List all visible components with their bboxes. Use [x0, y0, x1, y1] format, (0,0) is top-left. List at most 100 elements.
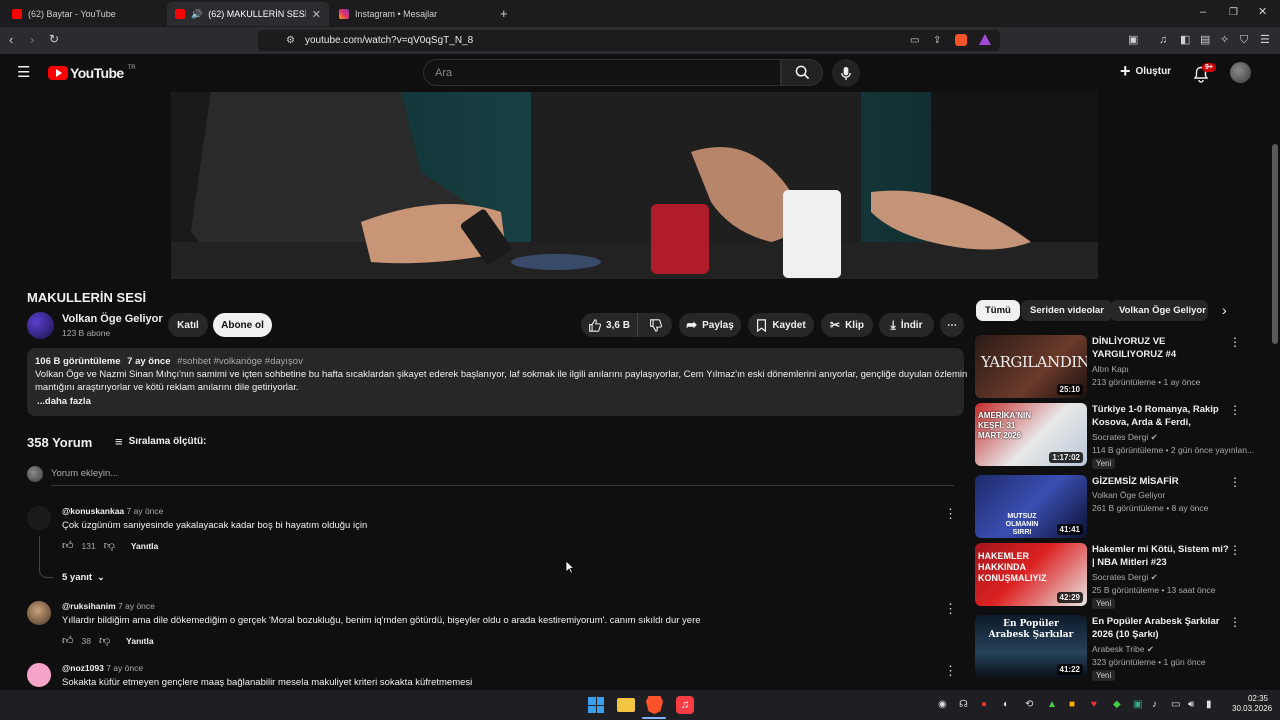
minimize-icon[interactable]: –: [1200, 6, 1206, 19]
chip-channel[interactable]: Volkan Öge Geliyor ad: [1110, 300, 1208, 321]
video-thumbnail[interactable]: AMERİKA'NIN KEŞFİ: 31 MART 2026 1:17:02: [975, 403, 1087, 466]
channel-avatar[interactable]: [27, 312, 54, 339]
vpn-shield-icon[interactable]: ⛉: [1240, 34, 1248, 47]
commenter-avatar[interactable]: [27, 506, 51, 530]
tray-app-icon[interactable]: ■: [1069, 699, 1075, 710]
video-title[interactable]: GİZEMSİZ MİSAFİR: [1092, 475, 1230, 488]
scrollbar-thumb[interactable]: [1272, 144, 1278, 344]
add-comment-input[interactable]: Yorum ekleyin...: [51, 468, 954, 486]
close-tab-icon[interactable]: ✕: [312, 8, 321, 21]
share-button[interactable]: ➦ Paylaş: [679, 313, 741, 337]
recommended-video[interactable]: HAKEMLER HAKKINDA KONUŞMALIYIZ 42:29 Hak…: [975, 543, 1245, 609]
show-more-link[interactable]: ...daha fazla: [35, 395, 956, 408]
url-field[interactable]: ⚙ youtube.com/watch?v=qV0qSgT_N_8 ▭ ⇪: [258, 30, 1000, 51]
video-menu-icon[interactable]: ⋮: [1229, 615, 1241, 629]
tab-makullerin-sesi[interactable]: 🔊 (62) MAKULLERİN SESİ - YouT ✕: [167, 2, 329, 26]
comment-menu-icon[interactable]: ⋮: [944, 663, 957, 679]
create-button[interactable]: + Oluştur: [1120, 62, 1171, 80]
search-input[interactable]: Ara: [423, 59, 781, 86]
video-thumbnail[interactable]: MUTSUZ OLMANIN SIRRI 41:41: [975, 475, 1087, 538]
reply-button[interactable]: Yanıtla: [131, 541, 158, 551]
tab-baytar[interactable]: (62) Baytar - YouTube: [4, 2, 166, 26]
search-button[interactable]: [781, 59, 823, 86]
restore-icon[interactable]: ❐: [1229, 6, 1238, 19]
thumbs-down-icon[interactable]: 👎︎: [104, 539, 115, 552]
notifications-button[interactable]: 9+: [1193, 63, 1216, 84]
channel-name[interactable]: Volkan Öge Geliyor: [1092, 490, 1165, 500]
chip-all[interactable]: Tümü: [976, 300, 1020, 321]
tray-app-icon[interactable]: ◆: [1113, 699, 1121, 710]
comment-author[interactable]: @ruksihanim: [62, 601, 116, 611]
video-title[interactable]: En Popüler Arabesk Şarkılar 2026 (10 Şar…: [1092, 615, 1230, 641]
clock[interactable]: 02:35 30.03.2026: [1232, 694, 1272, 714]
comment-author[interactable]: @noz1093: [62, 663, 104, 673]
video-title[interactable]: DİNLİYORUZ VE YARGILIYORUZ #4: [1092, 335, 1230, 361]
channel-name[interactable]: Socrates Dergi ✔: [1092, 572, 1158, 583]
share-page-icon[interactable]: ⇪: [933, 34, 941, 47]
recommended-video[interactable]: YARGILANDIN 25:10 DİNLİYORUZ VE YARGILIY…: [975, 335, 1245, 399]
menu-icon[interactable]: ☰: [1260, 34, 1270, 47]
channel-name[interactable]: Volkan Öge Geliyor: [62, 313, 163, 325]
tray-record-icon[interactable]: ●: [981, 699, 987, 710]
brave-browser-icon[interactable]: [646, 696, 663, 714]
video-player[interactable]: [171, 92, 1098, 279]
video-menu-icon[interactable]: ⋮: [1229, 403, 1241, 417]
site-info-icon[interactable]: ⚙: [286, 34, 295, 47]
volume-icon[interactable]: 🔊︎: [1188, 699, 1194, 710]
screenshot-icon[interactable]: ▣: [1128, 34, 1138, 47]
channel-name[interactable]: Altın Kapı: [1092, 364, 1129, 374]
video-thumbnail[interactable]: YARGILANDIN 25:10: [975, 335, 1087, 398]
dislike-button[interactable]: [637, 313, 672, 337]
start-button[interactable]: [588, 697, 604, 713]
recommended-video[interactable]: En Popüler Arabesk Şarkılar 41:22 En Pop…: [975, 615, 1245, 681]
sort-button[interactable]: ≡ Sıralama ölçütü:: [115, 434, 206, 449]
page-scrollbar[interactable]: [1270, 54, 1280, 690]
tray-app-icon[interactable]: ◉: [938, 699, 947, 710]
reply-button[interactable]: Yanıtla: [126, 636, 153, 646]
comment-menu-icon[interactable]: ⋮: [944, 506, 957, 522]
video-title[interactable]: Hakemler mi Kötü, Sistem mi? | NBA Mitle…: [1092, 543, 1230, 569]
thumbs-up-icon[interactable]: 👍︎: [62, 634, 74, 647]
file-explorer-icon[interactable]: [617, 698, 635, 712]
forward-icon[interactable]: ›: [30, 33, 34, 46]
channel-name[interactable]: Socrates Dergi ✔: [1092, 432, 1158, 443]
comment-author[interactable]: @konuskankaa: [62, 506, 124, 516]
close-window-icon[interactable]: ✕: [1258, 6, 1267, 19]
video-thumbnail[interactable]: En Popüler Arabesk Şarkılar 41:22: [975, 615, 1087, 678]
comment-menu-icon[interactable]: ⋮: [944, 601, 957, 617]
like-button[interactable]: 3,6 B: [581, 313, 637, 337]
youtube-logo[interactable]: YouTube TR: [48, 65, 136, 81]
chip-series[interactable]: Seriden videolar: [1021, 300, 1113, 321]
headset-icon[interactable]: ☊: [959, 699, 968, 710]
download-button[interactable]: ⤓ İndir: [879, 313, 934, 337]
save-button[interactable]: Kaydet: [748, 313, 814, 337]
voice-search-button[interactable]: [832, 59, 860, 87]
brave-rewards-icon[interactable]: [979, 34, 991, 45]
tray-app-icon[interactable]: ▲: [1047, 699, 1057, 710]
video-menu-icon[interactable]: ⋮: [1229, 475, 1241, 489]
wallet-icon[interactable]: ▤: [1200, 34, 1210, 47]
tray-app-icon[interactable]: ⟲: [1025, 699, 1033, 710]
video-thumbnail[interactable]: HAKEMLER HAKKINDA KONUŞMALIYIZ 42:29: [975, 543, 1087, 606]
microphone-tray-icon[interactable]: ♪: [1152, 699, 1157, 710]
tray-app-icon[interactable]: ♥: [1091, 699, 1097, 710]
commenter-avatar[interactable]: [27, 601, 51, 625]
leo-ai-icon[interactable]: ✧: [1220, 34, 1229, 47]
cast-icon[interactable]: ▭: [910, 34, 919, 47]
thumbs-up-icon[interactable]: 👍︎: [62, 539, 74, 552]
thumbs-down-icon[interactable]: 👎︎: [99, 634, 110, 647]
video-menu-icon[interactable]: ⋮: [1229, 335, 1241, 349]
join-button[interactable]: Katıl: [168, 313, 208, 337]
chevron-right-icon[interactable]: ›: [1222, 302, 1227, 318]
channel-name[interactable]: Arabesk Tribe ✔: [1092, 644, 1154, 655]
show-replies-button[interactable]: 5 yanıt ⌄: [62, 572, 105, 583]
recommended-video[interactable]: MUTSUZ OLMANIN SIRRI 41:41 GİZEMSİZ MİSA…: [975, 475, 1245, 539]
apple-music-icon[interactable]: ♫: [676, 696, 694, 714]
back-icon[interactable]: ‹: [9, 33, 13, 46]
network-icon[interactable]: ▭: [1171, 699, 1180, 710]
tray-app-icon[interactable]: ▣: [1133, 699, 1142, 710]
account-avatar[interactable]: [1230, 62, 1251, 83]
tray-app-icon[interactable]: ◐: [1003, 699, 1009, 710]
reload-icon[interactable]: ↻: [49, 33, 59, 46]
new-tab-icon[interactable]: +: [500, 7, 508, 20]
